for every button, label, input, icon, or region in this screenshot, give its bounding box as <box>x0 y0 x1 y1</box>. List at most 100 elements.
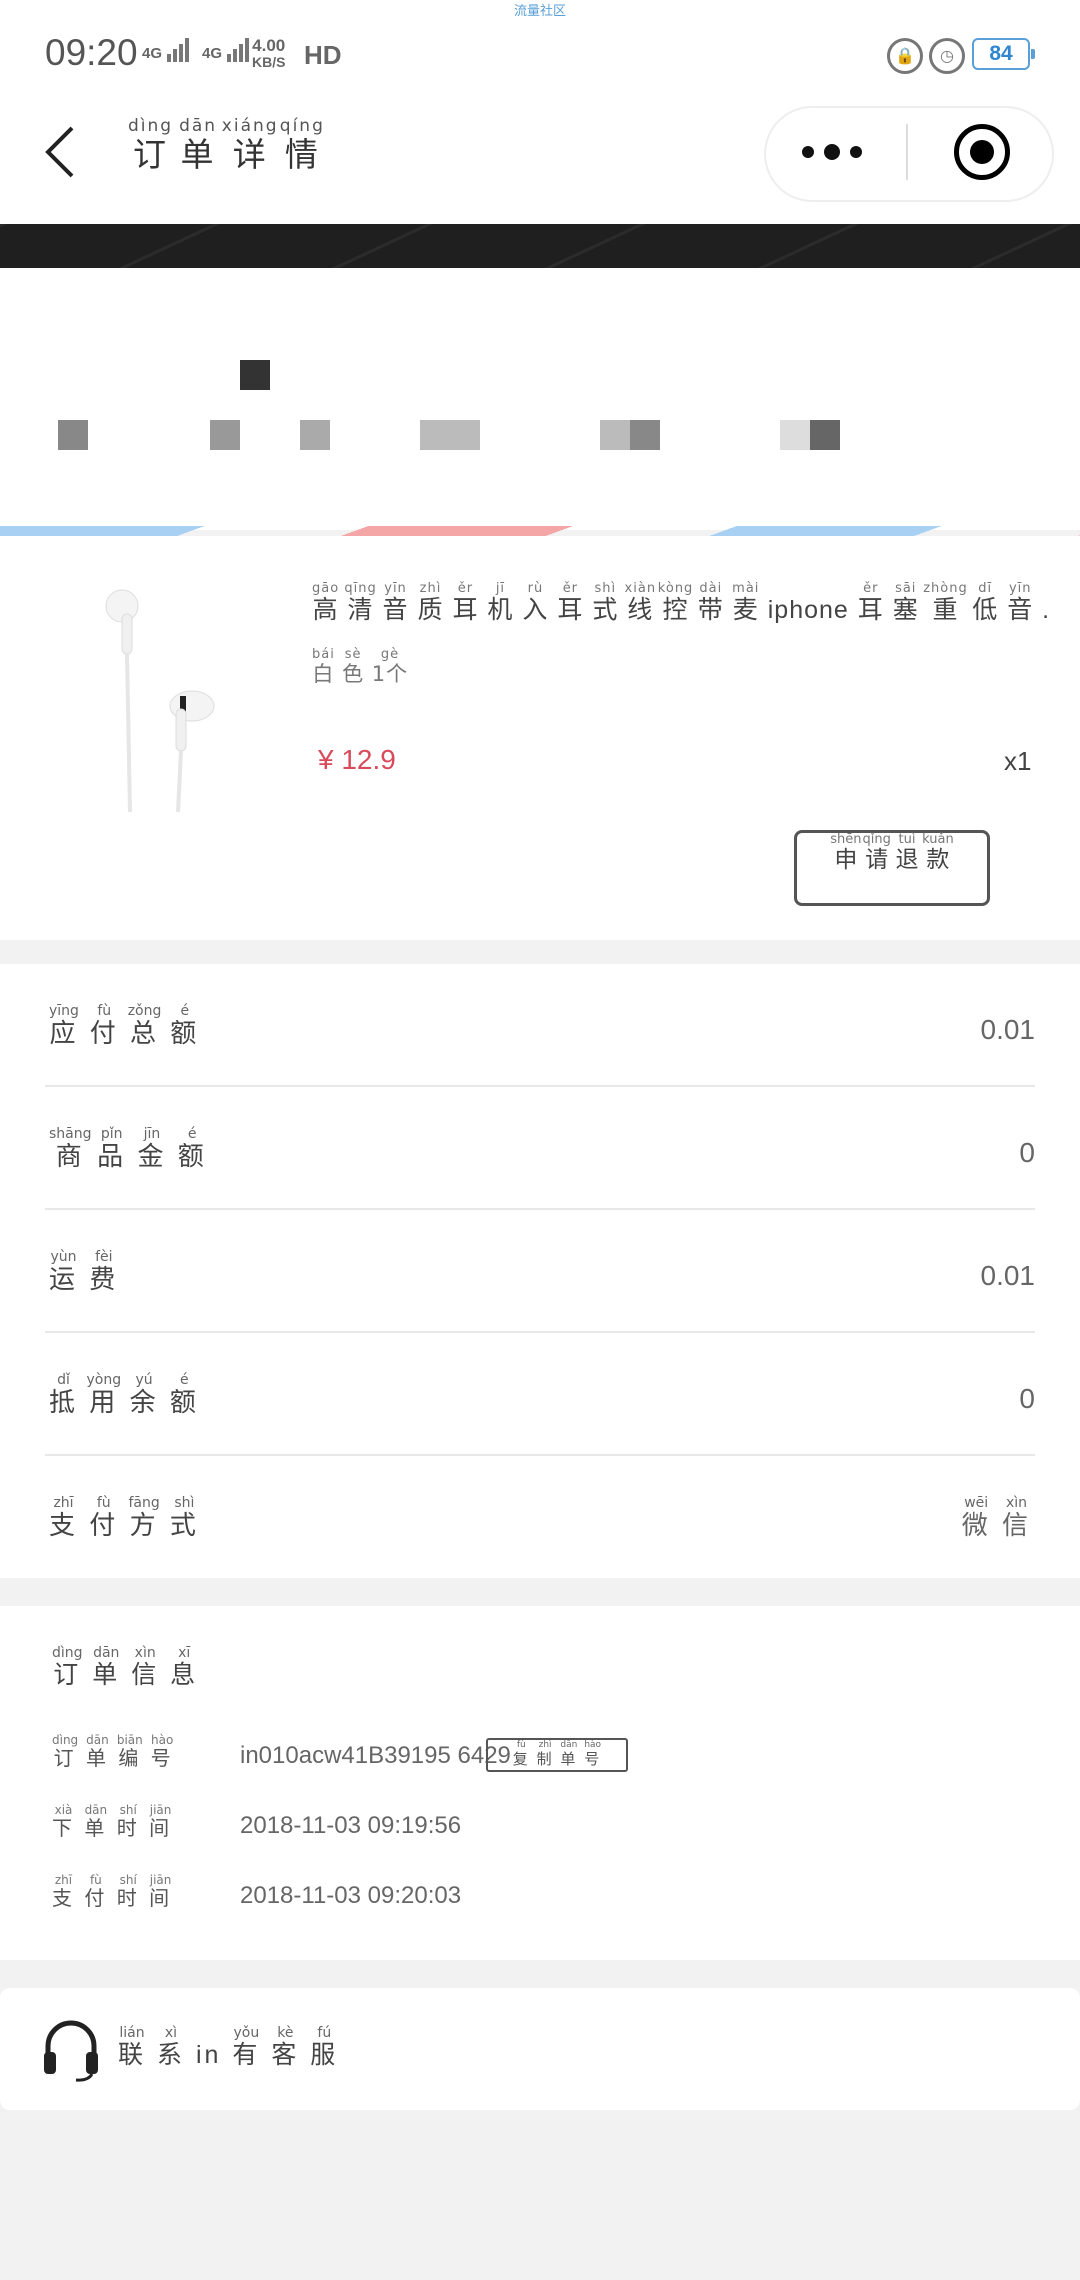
address-block <box>0 268 1080 530</box>
order-time-label: 下xià 单dān 时shí 间jiān <box>52 1803 173 1841</box>
pinyin-char: 入rù <box>522 581 549 624</box>
pinyin-char: 总zǒng <box>127 1003 162 1049</box>
product-name[interactable]: 高gāo 清qīng 音yīn 质zhì 耳ěr 机jī 入rù 耳ěr 式sh… <box>312 581 1051 626</box>
net-speed-unit: KB/S <box>252 54 286 70</box>
pinyin-char: 时shí <box>116 1873 140 1910</box>
pinyin-char: 付fù <box>89 1003 119 1049</box>
pinyin-char: 带dài <box>697 581 724 624</box>
pinyin-char: 单dān <box>84 1803 108 1840</box>
order-number-label: 订dìng 单dān 编biān 号hào <box>52 1733 174 1771</box>
product-image[interactable] <box>92 584 242 814</box>
summary-row: 商shāng 品pǐn 金jīn 额é 0 <box>45 1087 1035 1210</box>
pinyin-char: 额é <box>170 1003 200 1049</box>
pinyin-char: 息xī <box>170 1645 199 1689</box>
pinyin-char: 服fú <box>310 2025 339 2069</box>
pinyin-char: 耳ěr <box>857 581 884 624</box>
net-speed: 4.00 KB/S <box>252 36 286 70</box>
earphones-icon <box>105 589 215 813</box>
pinyin-char: 时shí <box>116 1803 140 1840</box>
pinyin-char: 运yùn <box>49 1249 79 1295</box>
pinyin-char: 号hào <box>150 1733 174 1770</box>
pinyin-char: 式shì <box>169 1495 199 1541</box>
pinyin-char: 音yīn <box>382 581 409 624</box>
pinyin-char: 款kuǎn <box>922 832 954 873</box>
summary-row-label: 支zhī 付fù 方fāng 式shì <box>49 1495 199 1542</box>
back-button[interactable] <box>42 124 78 184</box>
more-button[interactable] <box>802 140 862 164</box>
summary-row-value: 0 <box>1019 1137 1035 1168</box>
pinyin-char: 支zhī <box>52 1873 75 1910</box>
pinyin-char: 单dān <box>560 1740 578 1768</box>
pinyin-char: 详xiáng <box>221 116 279 174</box>
summary-row: 支zhī 付fù 方fāng 式shì 微wēi 信xìn <box>45 1456 1035 1579</box>
pinyin-char: 1个gè <box>371 647 409 686</box>
pinyin-char: 余yú <box>129 1372 159 1418</box>
pinyin-char: 信xìn <box>131 1645 160 1689</box>
address-redacted-block <box>420 420 480 450</box>
pinyin-char: 耳ěr <box>557 581 584 624</box>
pinyin-char: 式shì <box>592 581 619 624</box>
order-number-value[interactable]: in010acw41B39195 6429 <box>240 1742 511 1770</box>
address-redacted-block <box>210 420 240 450</box>
headset-icon <box>44 2020 98 2082</box>
address-redacted-block <box>630 420 660 450</box>
pinyin-char: 退tuì <box>895 832 919 873</box>
status-top-caption: 流量社区 <box>513 4 566 19</box>
pinyin-char: 费fèi <box>89 1249 119 1295</box>
pinyin-char: 线xiàn <box>624 581 657 624</box>
address-redacted-block <box>810 420 840 450</box>
signal-2: 4G <box>202 38 251 62</box>
rotation-lock-icon: 🔒 <box>887 38 923 74</box>
pinyin-char: 重zhòng <box>923 581 968 624</box>
pinyin-char: 号hào <box>584 1740 602 1768</box>
pinyin-char: 商shāng <box>49 1126 92 1172</box>
summary-row-label: 应yīng 付fù 总zǒng 额é <box>49 1003 200 1050</box>
pinyin-char: 微wēi <box>961 1495 991 1541</box>
summary-row-value: 0 <box>1019 1383 1035 1414</box>
pinyin-char: 订dìng <box>52 1645 83 1689</box>
close-miniprogram-icon[interactable] <box>954 124 1010 180</box>
signal-bars-1-icon <box>167 38 191 62</box>
pinyin-char: 色sè <box>342 647 365 686</box>
pinyin-char: 清qīng <box>344 581 377 624</box>
pinyin-char: 编biān <box>116 1733 143 1770</box>
refund-button[interactable]: 申shēn 请qǐng 退tuì 款kuǎn <box>794 830 990 906</box>
pinyin-char: 金jīn <box>137 1126 167 1172</box>
pinyin-char: 付fù <box>89 1495 119 1541</box>
net-speed-value: 4.00 <box>252 36 286 55</box>
pinyin-char: 复fù <box>512 1740 530 1768</box>
payment-summary: 应yīng 付fù 总zǒng 额é 0.01 商shāng 品pǐn 金jīn … <box>0 964 1080 1578</box>
inline-text: iphone <box>767 596 849 624</box>
inline-text: . <box>1042 596 1051 624</box>
pinyin-char: 高gāo <box>312 581 340 624</box>
contact-support-button[interactable]: 联lián 系xì in 有yǒu 客kè 服fú <box>0 1988 1080 2110</box>
pinyin-char: 支zhī <box>49 1495 79 1541</box>
pinyin-char: 质zhì <box>417 581 444 624</box>
order-time-value: 2018-11-03 09:19:56 <box>240 1812 462 1839</box>
pay-time-value: 2018-11-03 09:20:03 <box>240 1882 462 1909</box>
pinyin-char: 音yīn <box>1007 581 1034 624</box>
contact-support-label: 联lián 系xì in 有yǒu 客kè 服fú <box>118 2025 339 2071</box>
pinyin-char: 机jī <box>487 581 514 624</box>
pinyin-char: 有yǒu <box>232 2025 261 2069</box>
status-time: 09:20 <box>45 32 138 73</box>
pinyin-char: 用yòng <box>86 1372 122 1418</box>
address-redacted-block <box>300 420 330 450</box>
pinyin-char: 额é <box>177 1126 207 1172</box>
pinyin-char: 客kè <box>271 2025 300 2069</box>
copy-order-number-button[interactable]: 复fù 制zhì 单dān 号hào <box>486 1738 628 1772</box>
pinyin-char: 额é <box>169 1372 199 1418</box>
product-card: 高gāo 清qīng 音yīn 质zhì 耳ěr 机jī 入rù 耳ěr 式sh… <box>0 536 1080 940</box>
inline-text: in <box>195 2041 222 2069</box>
pinyin-char: 白bái <box>312 647 335 686</box>
pinyin-char: 付fù <box>84 1873 108 1910</box>
pinyin-char: 应yīng <box>49 1003 79 1049</box>
pinyin-char: 间jiān <box>149 1803 173 1840</box>
product-spec: 白bái 色sè 1个gè <box>312 647 409 688</box>
summary-row-value: 0.01 <box>980 1014 1036 1045</box>
pinyin-char: 制zhì <box>536 1740 554 1768</box>
alarm-icon: ◷ <box>929 38 965 74</box>
pinyin-char: 情qíng <box>279 116 325 174</box>
pinyin-char: 联lián <box>118 2025 147 2069</box>
pinyin-char: 申shēn <box>830 832 862 873</box>
